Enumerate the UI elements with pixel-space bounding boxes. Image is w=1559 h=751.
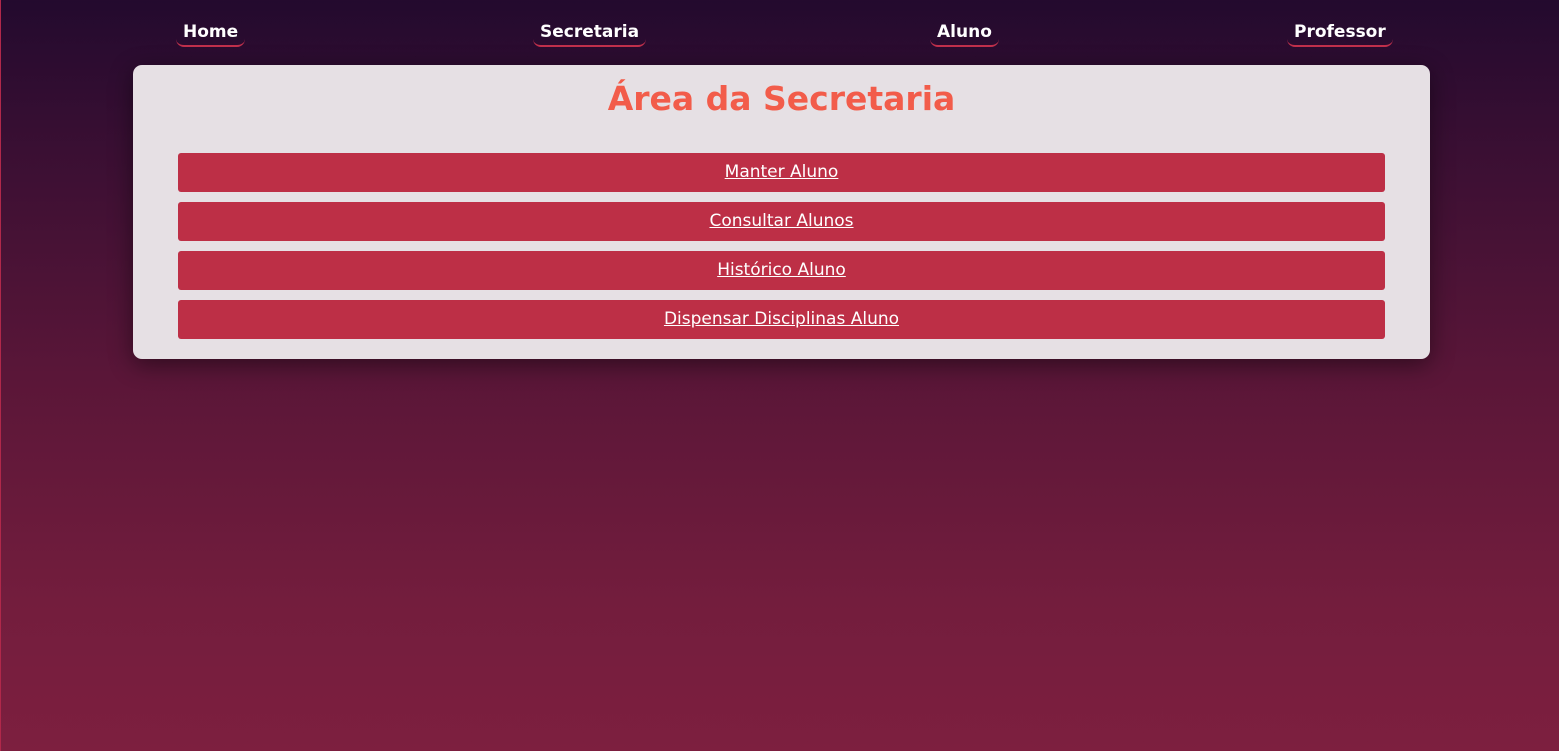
secretaria-menu: Manter Aluno Consultar Alunos Histórico … <box>178 153 1385 349</box>
top-nav: Home Secretaria Aluno Professor <box>1 20 1559 50</box>
nav-aluno-link[interactable]: Aluno <box>930 20 999 47</box>
dispensar-disciplinas-aluno-button[interactable]: Dispensar Disciplinas Aluno <box>178 300 1385 339</box>
nav-professor-link[interactable]: Professor <box>1287 20 1393 47</box>
consultar-alunos-button[interactable]: Consultar Alunos <box>178 202 1385 241</box>
secretaria-panel: Área da Secretaria Manter Aluno Consulta… <box>133 65 1430 359</box>
historico-aluno-button[interactable]: Histórico Aluno <box>178 251 1385 290</box>
nav-home-link[interactable]: Home <box>176 20 246 47</box>
nav-secretaria-link[interactable]: Secretaria <box>533 20 647 47</box>
manter-aluno-button[interactable]: Manter Aluno <box>178 153 1385 192</box>
page-title: Área da Secretaria <box>607 79 956 118</box>
